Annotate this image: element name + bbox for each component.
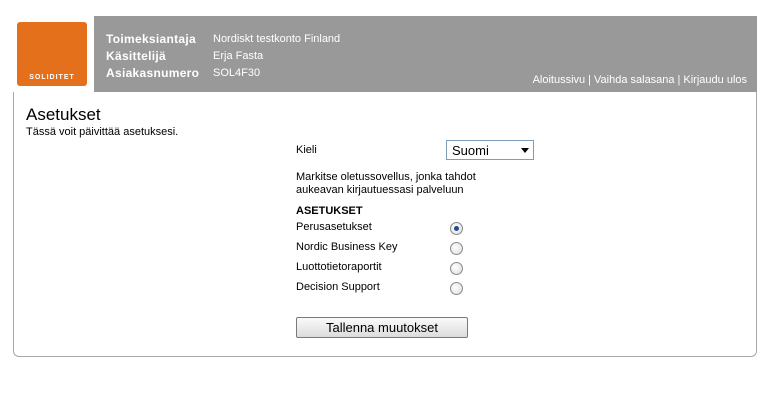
handler-value: Erja Fasta [213,50,264,62]
radio-credit-reports[interactable] [450,262,463,275]
save-changes-button[interactable]: Tallenna muutokset [296,317,468,338]
home-link[interactable]: Aloitussivu [533,74,586,86]
language-select-value: Suomi [452,143,489,158]
radio-nordic-business-key[interactable] [450,242,463,255]
change-password-link[interactable]: Vaihda salasana [594,74,675,86]
default-app-text-line-1: Markitse oletussovellus, jonka tahdot [296,171,476,183]
handler-label: Käsittelijä [106,49,166,63]
logo-text: SOLIDITET [29,74,75,81]
option-label-basic-settings: Perusasetukset [296,221,372,233]
logout-link[interactable]: Kirjaudu ulos [683,74,747,86]
logo-container: SOLIDITET [14,16,94,92]
link-separator: | [677,74,681,86]
link-separator: | [588,74,592,86]
client-label: Toimeksiantaja [106,32,197,46]
soliditet-logo[interactable]: SOLIDITET [17,22,87,86]
page-title: Asetukset [26,105,101,124]
chevron-down-icon [521,148,529,153]
client-value: Nordiskt testkonto Finland [213,33,341,45]
option-label-credit-reports: Luottotietoraportit [296,261,382,273]
language-select[interactable]: Suomi [446,140,534,160]
option-label-nordic-business-key: Nordic Business Key [296,241,398,253]
customer-number-value: SOL4F30 [213,67,261,79]
settings-panel: Asetukset Tässä voit päivittää asetukses… [13,92,757,357]
page-subtitle: Tässä voit päivittää asetuksesi. [26,126,179,138]
header-bar: SOLIDITET Toimeksiantaja Nordiskt testko… [14,16,757,92]
settings-heading: ASETUKSET [296,205,363,217]
default-app-text-line-2: aukeavan kirjautuessasi palveluun [296,184,464,196]
language-label: Kieli [296,144,317,156]
radio-decision-support[interactable] [450,282,463,295]
customer-number-label: Asiakasnumero [106,66,200,80]
option-label-decision-support: Decision Support [296,281,380,293]
radio-basic-settings[interactable] [450,222,463,235]
top-navigation: Aloitussivu | Vaihda salasana | Kirjaudu ulo… [533,74,747,86]
